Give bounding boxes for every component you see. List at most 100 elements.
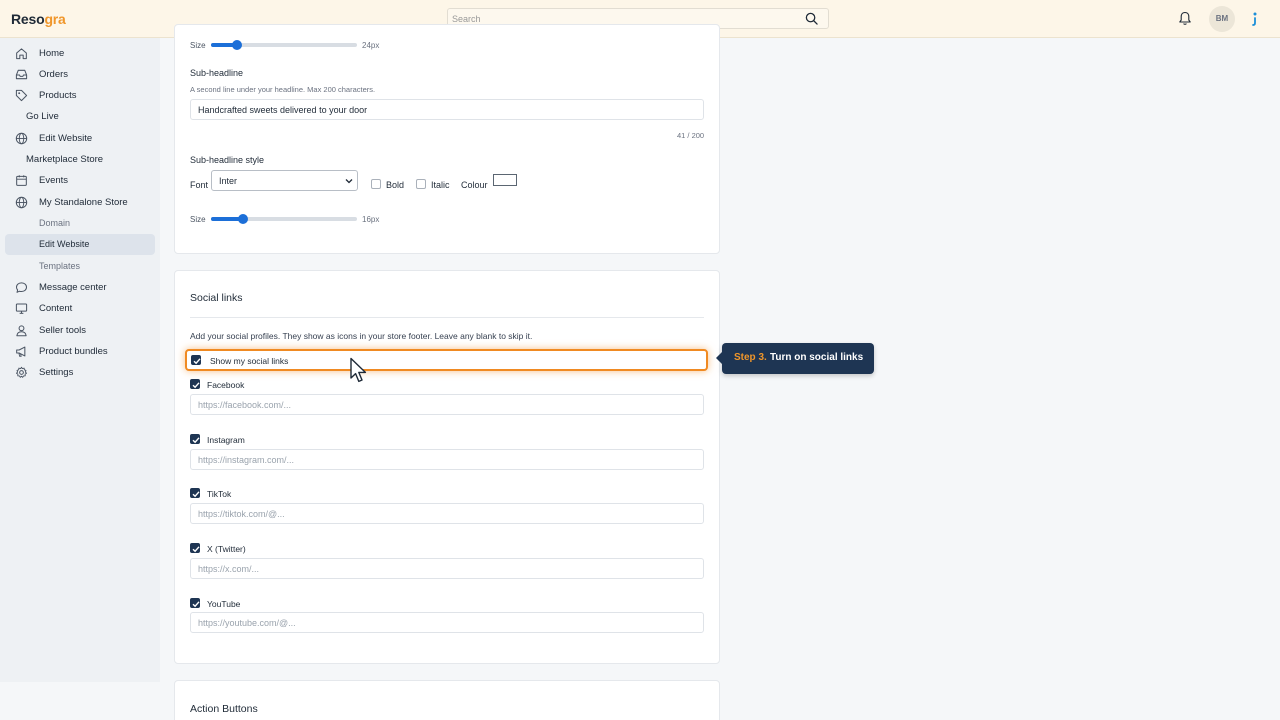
- tiktok-url-input[interactable]: [190, 503, 704, 524]
- megaphone-icon: [16, 346, 26, 357]
- bell-icon[interactable]: [1178, 11, 1192, 26]
- sidebar-item-label: Home: [39, 48, 65, 59]
- youtube-checkbox[interactable]: [190, 598, 200, 608]
- sidebar-item-product-bundles[interactable]: Product bundles: [5, 341, 155, 362]
- check-icon: [192, 491, 200, 498]
- show-social-links-label: Show my social links: [210, 356, 289, 366]
- sidebar-item-seller-tools[interactable]: Seller tools: [5, 320, 155, 341]
- sidebar-item-settings[interactable]: Settings: [5, 362, 155, 383]
- tiktok-label: TikTok: [207, 489, 232, 499]
- subheadline-input[interactable]: [190, 99, 704, 120]
- sidebar-item-label: Go Live: [26, 111, 59, 122]
- social-description: Add your social profiles. They show as i…: [190, 331, 533, 341]
- gear-icon: [16, 366, 27, 378]
- sidebar-item-my-standalone-store[interactable]: My Standalone Store: [5, 192, 155, 213]
- calendar-icon: [16, 175, 27, 186]
- tiktok-checkbox[interactable]: [190, 488, 200, 498]
- check-icon: [192, 546, 200, 553]
- size-label: Size: [190, 41, 206, 50]
- inbox-icon: [15, 69, 28, 80]
- mouse-cursor-icon: [350, 357, 367, 383]
- check-icon: [192, 601, 200, 608]
- section-title: Action Buttons: [190, 703, 258, 715]
- check-icon: [192, 437, 200, 444]
- sub-size-label: Size: [190, 215, 206, 224]
- sidebar-item-label: Seller tools: [39, 325, 86, 336]
- globe-icon: [15, 132, 28, 145]
- tag-icon: [15, 89, 28, 102]
- sidebar-item-label: Message center: [39, 282, 107, 293]
- sidebar-item-orders[interactable]: Orders: [5, 64, 155, 85]
- tooltip-text: Turn on social links: [770, 352, 864, 363]
- x-twitter-checkbox[interactable]: [190, 543, 200, 553]
- chevron-down-icon: [345, 179, 353, 184]
- bold-checkbox[interactable]: [371, 179, 381, 189]
- sidebar-item-label: Edit Website: [39, 133, 93, 144]
- colour-swatch[interactable]: [493, 174, 517, 186]
- font-label: Font: [190, 180, 209, 190]
- colour-label: Colour: [461, 180, 488, 190]
- sidebar-item-label: Edit Website: [39, 239, 90, 249]
- italic-label: Italic: [431, 180, 450, 190]
- italic-checkbox[interactable]: [416, 179, 426, 189]
- facebook-url-input[interactable]: [190, 394, 704, 415]
- divider: [190, 317, 704, 318]
- sub-size-value: 16px: [362, 215, 380, 224]
- youtube-url-input[interactable]: [190, 612, 704, 633]
- sidebar-item-home[interactable]: Home: [5, 43, 155, 64]
- show-social-links-checkbox[interactable]: [191, 355, 201, 365]
- headline-size-slider[interactable]: [211, 39, 357, 51]
- instagram-label: Instagram: [207, 435, 245, 445]
- x-twitter-label: X (Twitter): [207, 544, 246, 554]
- globe-icon: [15, 196, 28, 209]
- x-twitter-url-input[interactable]: [190, 558, 704, 579]
- avatar[interactable]: BM: [1209, 6, 1235, 32]
- sidebar-item-label: Product bundles: [39, 346, 108, 357]
- logo[interactable]: Resogra: [11, 11, 66, 27]
- sidebar-item-label: Settings: [39, 367, 74, 378]
- instagram-checkbox[interactable]: [190, 434, 200, 444]
- sidebar-item-label: My Standalone Store: [39, 197, 128, 208]
- search-icon[interactable]: [805, 12, 818, 25]
- sidebar-item-label: Events: [39, 175, 69, 186]
- sidebar-item-templates[interactable]: Templates: [5, 256, 155, 277]
- sidebar-item-edit-website-active[interactable]: Edit Website: [5, 234, 155, 255]
- section-title: Social links: [190, 292, 243, 304]
- chat-icon: [15, 282, 28, 293]
- youtube-label: YouTube: [207, 599, 241, 609]
- home-icon: [16, 48, 27, 60]
- sidebar-item-marketplace-store[interactable]: Marketplace Store: [5, 149, 155, 170]
- tooltip-arrow: [716, 352, 722, 364]
- slider-thumb[interactable]: [232, 40, 242, 50]
- size-value: 24px: [362, 41, 380, 50]
- subheadline-label: Sub-headline: [190, 68, 244, 78]
- onboarding-tooltip: Step 3. Turn on social links: [716, 343, 874, 374]
- sidebar-item-events[interactable]: Events: [5, 170, 155, 191]
- bold-label: Bold: [386, 180, 405, 190]
- sidebar-item-message-center[interactable]: Message center: [5, 277, 155, 298]
- font-select[interactable]: Inter: [211, 170, 358, 191]
- facebook-label: Facebook: [207, 380, 245, 390]
- char-count: 41 / 200: [677, 131, 705, 140]
- sidebar-item-domain[interactable]: Domain: [5, 213, 155, 234]
- sidebar-item-label: Orders: [39, 69, 69, 80]
- instagram-url-input[interactable]: [190, 449, 704, 470]
- facebook-checkbox[interactable]: [190, 379, 200, 389]
- sidebar-item-label: Content: [39, 303, 73, 314]
- sidebar-item-edit-website[interactable]: Edit Website: [5, 128, 155, 149]
- sidebar-item-content[interactable]: Content: [5, 298, 155, 319]
- check-icon: [192, 382, 200, 389]
- sidebar-item-label: Products: [39, 90, 77, 101]
- user-icon: [16, 325, 27, 337]
- subheadline-size-slider[interactable]: [211, 213, 357, 225]
- more-icon[interactable]: [1251, 11, 1259, 27]
- sidebar-item-go-live[interactable]: Go Live: [5, 106, 155, 127]
- sidebar-item-products[interactable]: Products: [5, 85, 155, 106]
- check-icon: [193, 358, 201, 365]
- sidebar-item-label: Templates: [39, 261, 81, 271]
- slider-thumb[interactable]: [238, 214, 248, 224]
- subheadline-help: A second line under your headline. Max 2…: [190, 85, 376, 94]
- monitor-icon: [15, 303, 28, 314]
- sidebar-item-label: Domain: [39, 218, 71, 228]
- tooltip-step: Step 3.: [734, 352, 767, 363]
